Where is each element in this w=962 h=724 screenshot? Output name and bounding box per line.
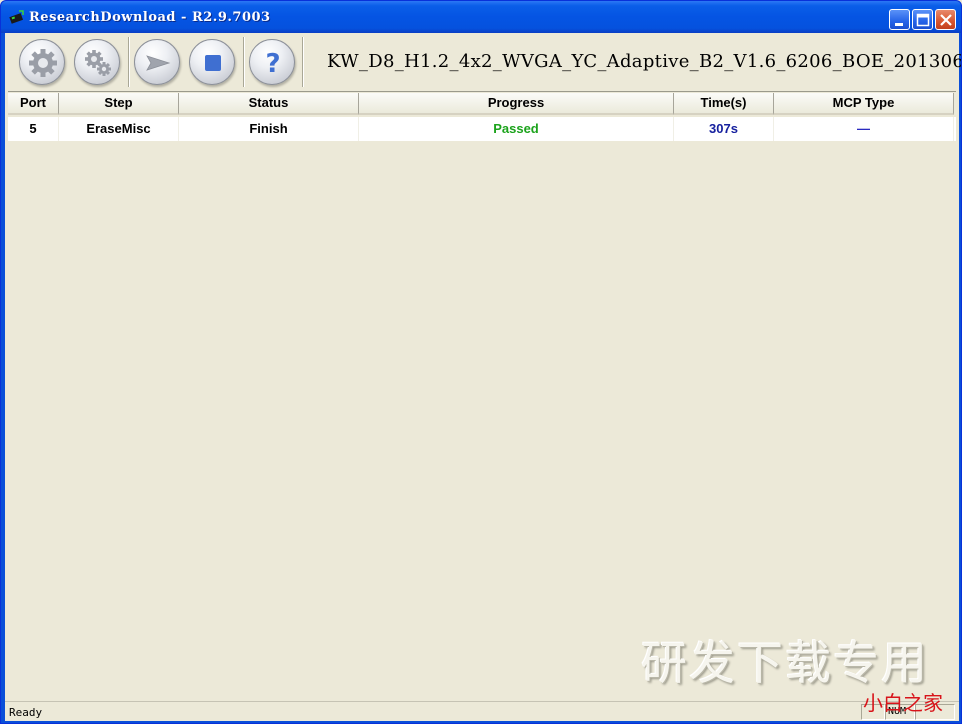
- minimize-icon: [895, 23, 903, 26]
- start-button[interactable]: [134, 39, 180, 85]
- client-area: ? KW_D8_H1.2_4x2_WVGA_YC_Adaptive_B2_V1.…: [5, 33, 962, 721]
- cell-port: 5: [8, 117, 59, 141]
- help-question-icon: ?: [265, 49, 280, 79]
- gear-icon: [29, 49, 57, 77]
- app-window: ResearchDownload - R2.9.7003 ? KW_D8_H1.…: [0, 0, 962, 724]
- title-bar[interactable]: ResearchDownload - R2.9.7003: [1, 1, 961, 33]
- cell-status: Finish: [179, 117, 359, 141]
- close-button[interactable]: [935, 9, 956, 30]
- toolbar-separator: [302, 37, 304, 87]
- status-bar: Ready NUM: [5, 701, 959, 721]
- window-title: ResearchDownload - R2.9.7003: [29, 10, 271, 25]
- play-arrow-icon: [146, 55, 171, 71]
- column-header-port[interactable]: Port: [8, 93, 59, 115]
- column-header-mcp-type[interactable]: MCP Type: [774, 93, 954, 115]
- app-icon: [9, 10, 24, 24]
- toolbar-separator: [128, 37, 130, 87]
- settings-gears-icon: [85, 50, 111, 76]
- toolbar: ? KW_D8_H1.2_4x2_WVGA_YC_Adaptive_B2_V1.…: [5, 33, 962, 89]
- maximize-icon: [916, 13, 930, 27]
- stop-button[interactable]: [189, 39, 235, 85]
- column-header-progress[interactable]: Progress: [359, 93, 674, 115]
- svg-text:?: ?: [265, 49, 280, 79]
- table-header: Port Step Status Progress Time(s) MCP Ty…: [8, 93, 956, 115]
- packet-file-name: KW_D8_H1.2_4x2_WVGA_YC_Adaptive_B2_V1.6_…: [327, 51, 962, 72]
- minimize-button[interactable]: [889, 9, 910, 30]
- close-icon: [940, 14, 952, 26]
- settings-button[interactable]: [74, 39, 120, 85]
- column-header-status[interactable]: Status: [179, 93, 359, 115]
- maximize-button[interactable]: [912, 9, 933, 30]
- watermark-brand: 小白之家: [863, 691, 943, 715]
- port-list-table[interactable]: Port Step Status Progress Time(s) MCP Ty…: [8, 91, 956, 699]
- watermark-text: 研发下载专用: [641, 636, 929, 690]
- column-header-step[interactable]: Step: [59, 93, 179, 115]
- cell-mcp-type: —: [774, 117, 954, 141]
- cell-time: 307s: [674, 117, 774, 141]
- table-row[interactable]: 5 EraseMisc Finish Passed 307s —: [8, 117, 956, 141]
- status-text: Ready: [9, 706, 43, 719]
- toolbar-separator: [243, 37, 245, 87]
- column-header-time[interactable]: Time(s): [674, 93, 774, 115]
- load-packet-button[interactable]: [19, 39, 65, 85]
- cell-progress: Passed: [359, 117, 674, 141]
- cell-step: EraseMisc: [59, 117, 179, 141]
- stop-square-icon: [205, 55, 221, 71]
- help-button[interactable]: ?: [249, 39, 295, 85]
